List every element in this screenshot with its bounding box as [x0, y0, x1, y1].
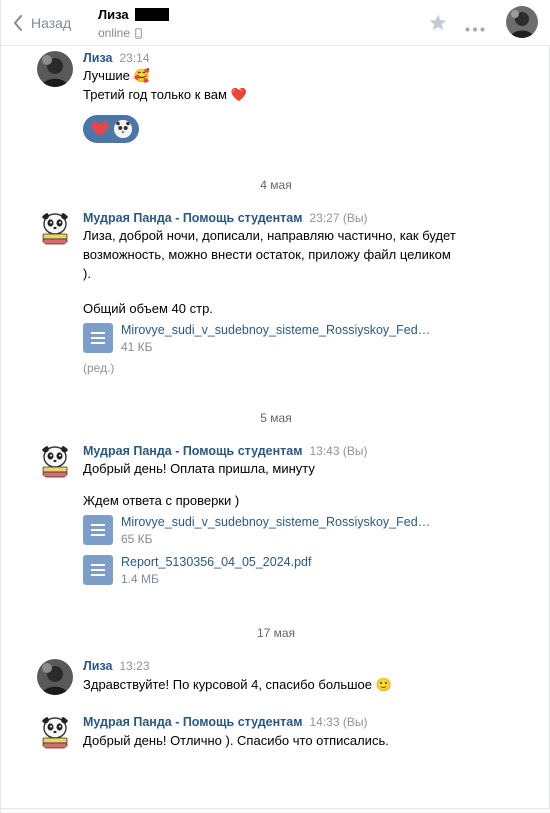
message-author[interactable]: Мудрая Панда - Помощь студентам: [83, 444, 302, 458]
file-size: 1.4 МБ: [121, 572, 159, 586]
message-author[interactable]: Лиза: [83, 659, 112, 673]
message-header: Мудрая Панда - Помощь студентам 23:27 (В…: [83, 211, 367, 227]
file-attachment[interactable]: Report_5130356_04_05_2024.pdf 1.4 МБ: [83, 555, 463, 589]
file-attachment[interactable]: Mirovye_sudi_v_sudebnoy_sisteme_Rossiysk…: [83, 515, 463, 549]
file-size: 65 КБ: [121, 532, 153, 546]
message-text: возможность, можно внести остаток, прило…: [83, 247, 451, 262]
file-attachment[interactable]: Mirovye_sudi_v_sudebnoy_sisteme_Rossiysk…: [83, 323, 463, 357]
peer-name[interactable]: Лиза: [98, 7, 169, 22]
message-header: Лиза 13:23: [83, 659, 150, 675]
peer-avatar[interactable]: [506, 6, 538, 38]
user-avatar-photo: [37, 659, 73, 695]
avatar[interactable]: [37, 51, 73, 87]
avatar[interactable]: [37, 211, 73, 247]
message-time: 23:27 (Вы): [309, 211, 368, 225]
message-text: Общий объем 40 стр.: [83, 301, 213, 316]
message-text: Ждем ответа с проверки ): [83, 493, 240, 508]
mobile-phone-icon: [135, 27, 142, 39]
message-text: Добрый день! Отлично ). Спасибо что отпи…: [83, 733, 389, 748]
redacted-surname: [134, 8, 169, 21]
composer-edge: [1, 808, 550, 813]
date-separator: 5 мая: [260, 411, 292, 425]
star-icon: [429, 14, 447, 31]
favorite-star-button[interactable]: [429, 14, 447, 34]
date-separator: 4 мая: [260, 178, 292, 192]
back-button[interactable]: Назад: [13, 12, 71, 34]
more-actions-button[interactable]: [465, 20, 485, 35]
avatar[interactable]: [37, 444, 73, 480]
document-icon: [83, 323, 113, 353]
message-text: Лиза, доброй ночи, дописали, направляю ч…: [83, 228, 456, 243]
message-text: Добрый день! Оплата пришла, минуту: [83, 461, 315, 476]
document-icon: [83, 555, 113, 585]
date-separator: 17 мая: [256, 626, 296, 640]
back-label: Назад: [31, 15, 72, 31]
message-time: 14:33 (Вы): [309, 715, 368, 729]
message-header: Мудрая Панда - Помощь студентам 14:33 (В…: [83, 715, 367, 731]
avatar[interactable]: [37, 715, 73, 751]
message-author[interactable]: Мудрая Панда - Помощь студентам: [83, 211, 302, 225]
file-size: 41 КБ: [121, 340, 153, 354]
edited-label: (ред.): [83, 361, 115, 375]
message-text: Лучшие 🥰: [83, 68, 150, 83]
user-avatar-photo: [37, 51, 73, 87]
file-name[interactable]: Report_5130356_04_05_2024.pdf: [121, 555, 437, 569]
peer-avatar-photo: [506, 6, 538, 38]
message-text: ).: [83, 266, 91, 281]
reaction-user-avatar: [114, 120, 132, 138]
avatar[interactable]: [37, 659, 73, 695]
chevron-left-icon: [14, 15, 22, 31]
message-header: Лиза 23:14: [83, 51, 150, 67]
heart-icon: [91, 121, 109, 136]
peer-status: online: [98, 26, 142, 40]
reactions-pill[interactable]: [83, 115, 139, 143]
file-name[interactable]: Mirovye_sudi_v_sudebnoy_sisteme_Rossiysk…: [121, 323, 437, 337]
more-dots-icon: [465, 27, 485, 32]
panda-sticker-icon: [37, 211, 73, 247]
message-text: Третий год только к вам ❤️: [83, 87, 247, 102]
panda-sticker-icon: [37, 715, 73, 751]
panda-sticker-icon: [37, 444, 73, 480]
message-author[interactable]: Лиза: [83, 51, 112, 65]
peer-status-text: online: [98, 26, 131, 40]
message-time: 13:43 (Вы): [309, 444, 368, 458]
message-time: 13:23: [119, 659, 150, 673]
document-icon: [83, 515, 113, 545]
message-header: Мудрая Панда - Помощь студентам 13:43 (В…: [83, 444, 367, 460]
message-time: 23:14: [119, 51, 150, 65]
message-text: Здравствуйте! По курсовой 4, спасибо бол…: [83, 677, 392, 692]
panda-sticker-icon: [115, 121, 131, 137]
peer-name-text: Лиза: [98, 7, 129, 22]
chat-window: Назад Лиза online Лиза 23:14 Лучшие 🥰 Тр: [0, 0, 550, 813]
chat-header: Назад Лиза online: [1, 0, 550, 46]
message-author[interactable]: Мудрая Панда - Помощь студентам: [83, 715, 302, 729]
file-name[interactable]: Mirovye_sudi_v_sudebnoy_sisteme_Rossiysk…: [121, 515, 437, 529]
